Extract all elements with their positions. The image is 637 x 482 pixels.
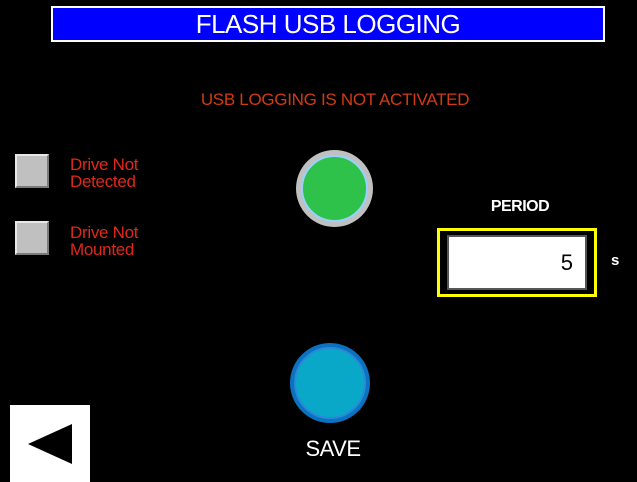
drive-mounted-label: Drive Not Mounted <box>70 224 138 258</box>
save-circle-icon <box>294 347 366 419</box>
drive-detected-label-line2: Detected <box>70 172 136 191</box>
period-unit: s <box>611 252 620 269</box>
period-input[interactable] <box>447 235 587 290</box>
activate-logging-button[interactable] <box>296 150 373 227</box>
drive-mounted-indicator <box>15 221 49 255</box>
period-label: PERIOD <box>490 198 550 215</box>
back-button[interactable] <box>10 405 90 482</box>
period-field-frame <box>437 228 597 297</box>
flash-usb-logging-screen: FLASH USB LOGGING USB LOGGING IS NOT ACT… <box>0 0 637 482</box>
green-circle-icon <box>301 155 368 222</box>
drive-detected-label-line1: Drive Not <box>70 155 139 174</box>
save-label: SAVE <box>305 436 361 461</box>
drive-mounted-label-line1: Drive Not <box>70 223 139 242</box>
title-bar: FLASH USB LOGGING <box>51 6 605 42</box>
drive-detected-label: Drive Not Detected <box>70 156 138 190</box>
drive-mounted-label-line2: Mounted <box>70 240 135 259</box>
page-title: FLASH USB LOGGING <box>195 8 461 39</box>
left-triangle-icon <box>28 424 72 464</box>
save-button[interactable] <box>290 343 370 423</box>
drive-detected-indicator <box>15 154 49 188</box>
logging-status-text: USB LOGGING IS NOT ACTIVATED <box>200 90 470 109</box>
